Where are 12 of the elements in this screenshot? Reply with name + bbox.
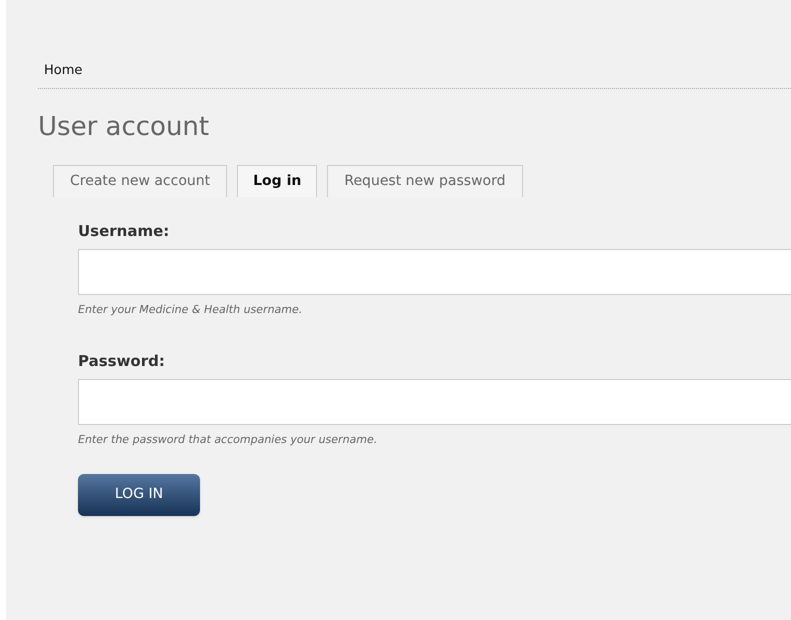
help-text: Enter your Medicine & Health username. — [78, 303, 304, 317]
page-title: User account — [38, 111, 210, 143]
tab[interactable]: Log in — [237, 165, 318, 197]
field-label: Password: — [78, 351, 166, 371]
field-label: Username: — [78, 221, 170, 241]
login-button[interactable]: LOG IN — [78, 474, 200, 516]
breadcrumb-link[interactable]: Home — [44, 62, 82, 80]
tab[interactable]: Request new password — [327, 165, 523, 197]
tab[interactable]: Create new account — [53, 165, 228, 197]
input-field[interactable] — [78, 379, 791, 425]
help-text: Enter the password that accompanies your username. — [78, 433, 378, 447]
input-field[interactable] — [78, 249, 791, 295]
